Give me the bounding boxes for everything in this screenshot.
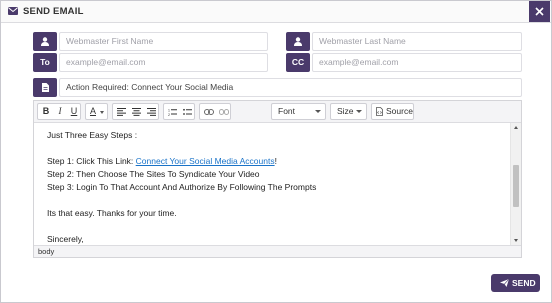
underline-button[interactable]: U [68,104,80,119]
cc-email-input[interactable]: example@email.com [312,53,522,72]
user-icon [294,37,302,46]
subject-input[interactable]: Action Required: Connect Your Social Med… [59,78,522,97]
source-button[interactable]: Source [371,103,414,120]
cc-label: CC [286,53,310,72]
svg-text:2: 2 [168,113,170,116]
send-email-dialog: SEND EMAIL Webmaster First Name Webmaste… [0,0,552,303]
send-label: SEND [512,278,536,288]
connect-social-link[interactable]: Connect Your Social Media Accounts [136,156,275,166]
align-group [112,103,159,120]
close-button[interactable] [529,1,550,22]
scroll-down-icon[interactable] [514,239,518,242]
intro-line: Just Three Easy Steps : [47,130,138,140]
dialog-title: SEND EMAIL [23,6,84,17]
to-email-input[interactable]: example@email.com [59,53,268,72]
align-right-icon[interactable] [147,108,156,116]
size-select[interactable]: Size [330,103,367,120]
chevron-down-icon [315,110,321,113]
ordered-list-icon[interactable]: 12 [168,108,177,116]
first-name-label [33,32,57,51]
step1-prefix: Step 1: Click This Link: [47,156,136,166]
last-name-label [286,32,310,51]
email-body-editor: B I U A 12 Font Size Source Just Three E… [33,100,522,258]
source-label: Source [386,106,413,116]
list-group: 12 [163,103,195,120]
align-center-icon[interactable] [132,108,141,116]
italic-button[interactable]: I [54,104,66,119]
font-select[interactable]: Font [271,103,326,120]
font-color-label: A [89,106,96,116]
scrollbar-thumb[interactable] [513,165,519,207]
thanks-line: Its that easy. Thanks for your time. [47,208,177,218]
document-icon [41,83,49,92]
unlink-icon[interactable] [219,109,229,115]
paper-plane-icon [500,279,509,287]
source-icon [376,107,383,116]
to-label: To [33,53,57,72]
font-color-button[interactable]: A [85,103,108,120]
step2-line: Step 2: Then Choose The Sites To Syndica… [47,169,260,179]
close-icon [535,7,544,16]
element-path: body [34,245,521,257]
size-select-label: Size [337,106,354,116]
user-icon [41,37,49,46]
text-style-group: B I U [37,103,81,120]
chevron-down-icon [356,110,362,113]
link-group [199,103,231,120]
editor-toolbar: B I U A 12 Font Size Source [34,101,521,123]
font-select-label: Font [278,106,296,116]
send-button[interactable]: SEND [491,274,540,292]
last-name-input[interactable]: Webmaster Last Name [312,32,522,51]
step1-suffix: ! [274,156,277,166]
link-icon[interactable] [204,109,214,115]
chevron-down-icon [100,111,104,114]
unordered-list-icon[interactable] [183,108,192,116]
subject-label [33,78,57,97]
editor-scrollbar[interactable] [510,123,521,245]
bold-button[interactable]: B [40,104,52,119]
align-left-icon[interactable] [117,108,126,116]
envelope-icon [8,7,18,15]
step3-line: Step 3: Login To That Account And Author… [47,182,317,192]
closing-line: Sincerely, [47,234,84,244]
first-name-input[interactable]: Webmaster First Name [59,32,268,51]
scroll-up-icon[interactable] [514,126,518,129]
editor-content[interactable]: Just Three Easy Steps : Step 1: Click Th… [34,123,510,245]
dialog-titlebar: SEND EMAIL [1,1,551,23]
step1-line: Step 1: Click This Link: Connect Your So… [47,155,497,168]
